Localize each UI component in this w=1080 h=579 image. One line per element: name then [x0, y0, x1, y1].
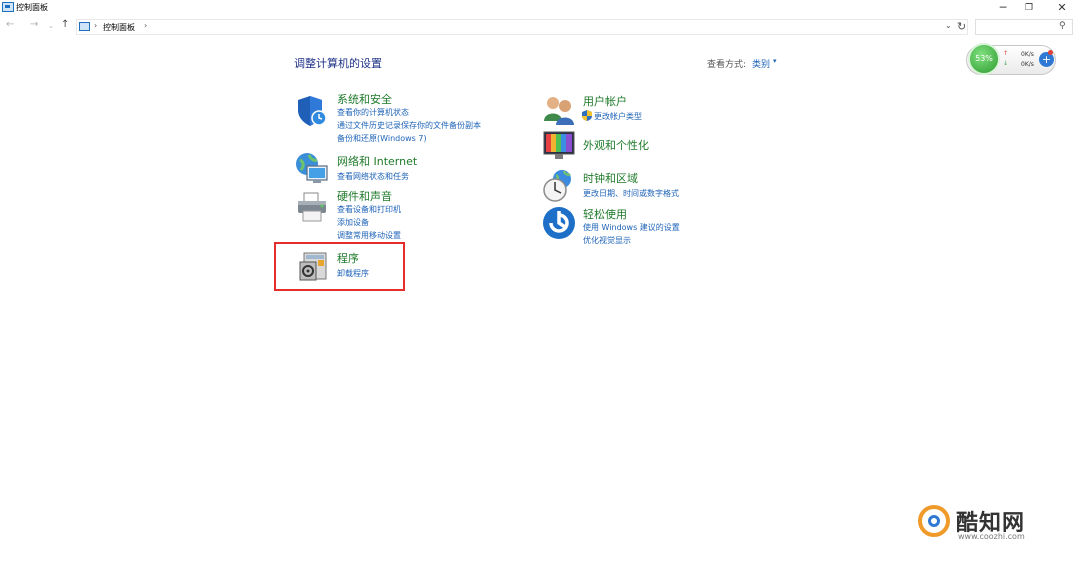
ease-of-access-icon[interactable]: [542, 206, 576, 240]
upload-arrow-icon: ↑: [1003, 50, 1009, 57]
download-speed: 0K/s: [1021, 61, 1034, 68]
highlight-annotation: [274, 242, 405, 291]
uac-shield-icon: [582, 110, 592, 121]
link-view-computer-status[interactable]: 查看你的计算机状态: [337, 107, 409, 118]
printer-icon[interactable]: [295, 191, 329, 225]
category-hardware-sound[interactable]: 硬件和声音: [337, 188, 392, 204]
page-title: 调整计算机的设置: [294, 57, 382, 70]
refresh-button[interactable]: ↻: [957, 20, 966, 33]
breadcrumb-control-panel[interactable]: 控制面板: [103, 22, 135, 33]
link-network-status[interactable]: 查看网络状态和任务: [337, 171, 409, 182]
notification-dot: [1048, 50, 1053, 55]
window-title: 控制面板: [16, 3, 48, 12]
view-by-dropdown[interactable]: 类别: [752, 57, 770, 70]
category-clock-region[interactable]: 时钟和区域: [583, 170, 638, 186]
title-bar: 控制面板 ─ ❐ ✕: [0, 0, 1080, 16]
watermark-url: www.coozhi.com: [958, 532, 1025, 541]
link-windows-recommended[interactable]: 使用 Windows 建议的设置: [583, 222, 680, 233]
category-network-internet[interactable]: 网络和 Internet: [337, 153, 417, 169]
address-bar[interactable]: › 控制面板 › ⌄ ↻: [76, 19, 968, 35]
download-arrow-icon: ↓: [1003, 60, 1009, 67]
chevron-down-icon[interactable]: ▾: [773, 57, 777, 65]
view-by-label: 查看方式:: [707, 60, 747, 70]
network-icon[interactable]: [295, 152, 329, 186]
clock-icon[interactable]: [542, 169, 576, 203]
category-system-security[interactable]: 系统和安全: [337, 91, 392, 107]
link-devices-printers[interactable]: 查看设备和打印机: [337, 204, 401, 215]
category-user-accounts[interactable]: 用户帐户: [583, 93, 627, 109]
recent-locations-button[interactable]: ⌄: [48, 22, 54, 30]
users-icon[interactable]: [542, 93, 576, 127]
close-button[interactable]: ✕: [1045, 0, 1079, 16]
search-icon[interactable]: ⚲: [1059, 21, 1066, 31]
link-change-account-type[interactable]: 更改帐户类型: [594, 111, 642, 122]
category-ease-of-access[interactable]: 轻松使用: [583, 206, 627, 222]
network-speed-widget[interactable]: 53% ↑ ↓ 0K/s 0K/s +: [966, 43, 1056, 75]
shield-icon[interactable]: [296, 94, 330, 128]
link-file-history[interactable]: 通过文件历史记录保存你的文件备份副本: [337, 120, 481, 131]
maximize-button[interactable]: ❐: [1012, 0, 1046, 16]
watermark-logo: [918, 505, 950, 537]
back-button[interactable]: ←: [6, 19, 14, 30]
cpu-usage-badge[interactable]: 53%: [968, 43, 1000, 75]
control-panel-icon: [2, 2, 14, 12]
upload-speed: 0K/s: [1021, 51, 1034, 58]
breadcrumb-separator[interactable]: ›: [144, 21, 147, 30]
link-mobility-settings[interactable]: 调整常用移动设置: [337, 230, 401, 241]
category-appearance[interactable]: 外观和个性化: [583, 137, 649, 153]
appearance-icon[interactable]: [542, 129, 576, 163]
search-input[interactable]: ⚲: [975, 19, 1073, 35]
up-button[interactable]: ↑: [61, 19, 69, 30]
link-optimize-visual[interactable]: 优化视觉显示: [583, 235, 631, 246]
link-date-time-format[interactable]: 更改日期、时间或数字格式: [583, 188, 679, 199]
link-add-device[interactable]: 添加设备: [337, 217, 369, 228]
link-backup-restore[interactable]: 备份和还原(Windows 7): [337, 133, 427, 144]
breadcrumb-separator[interactable]: ›: [94, 21, 97, 30]
address-dropdown-button[interactable]: ⌄: [945, 21, 952, 30]
control-panel-icon: [79, 22, 90, 31]
forward-button[interactable]: →: [30, 19, 38, 30]
